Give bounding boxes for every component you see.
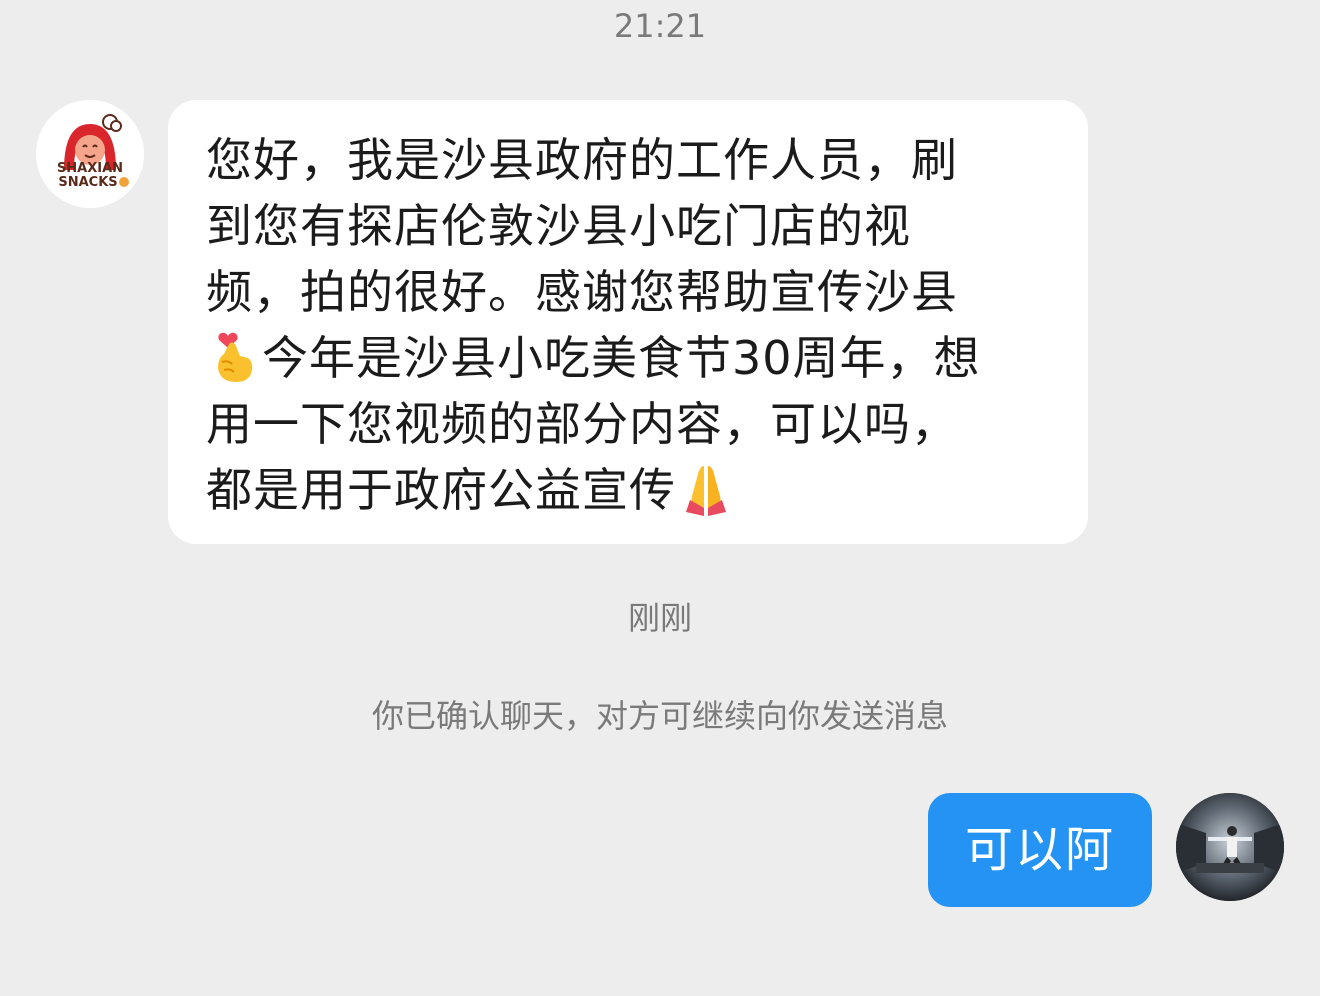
incoming-message-bubble[interactable]: 您好，我是沙县政府的工作人员，刷 到您有探店伦敦沙县小吃门店的视 频，拍的很好。…: [168, 100, 1088, 544]
folded-hands-emoji-icon: [676, 460, 732, 518]
logo-text-line2: SNACKS: [58, 175, 117, 190]
logo-text-line1: SHAXIAN: [57, 161, 123, 176]
message-line-with-emoji: 今年是沙县小吃美食节30周年，想: [206, 325, 1054, 391]
message-line-text: 都是用于政府公益宣传: [206, 463, 676, 517]
message-line: 频，拍的很好。感谢您帮助宣传沙县: [206, 265, 958, 319]
user-avatar[interactable]: [1176, 793, 1284, 901]
outgoing-message-bubble[interactable]: 可以阿: [928, 793, 1152, 907]
user-photo-icon: [1176, 793, 1284, 901]
message-line: 用一下您视频的部分内容，可以吗，: [206, 397, 958, 451]
contact-avatar[interactable]: SHAXIAN SNACKS: [36, 100, 144, 208]
chat-timestamp: 21:21: [613, 7, 707, 45]
finger-heart-emoji-icon: [206, 328, 262, 386]
message-line: 到您有探店伦敦沙县小吃门店的视: [206, 199, 911, 253]
system-notice: 你已确认聊天，对方可继续向你发送消息: [371, 697, 948, 735]
message-line: 您好，我是沙县政府的工作人员，刷: [206, 133, 958, 187]
message-time-label: 刚刚: [627, 599, 692, 637]
message-line-text: 今年是沙县小吃美食节30周年，想: [262, 331, 981, 385]
message-line-with-emoji: 都是用于政府公益宣传: [206, 457, 1054, 523]
shaxian-snacks-logo-icon: SHAXIAN SNACKS: [36, 100, 144, 208]
